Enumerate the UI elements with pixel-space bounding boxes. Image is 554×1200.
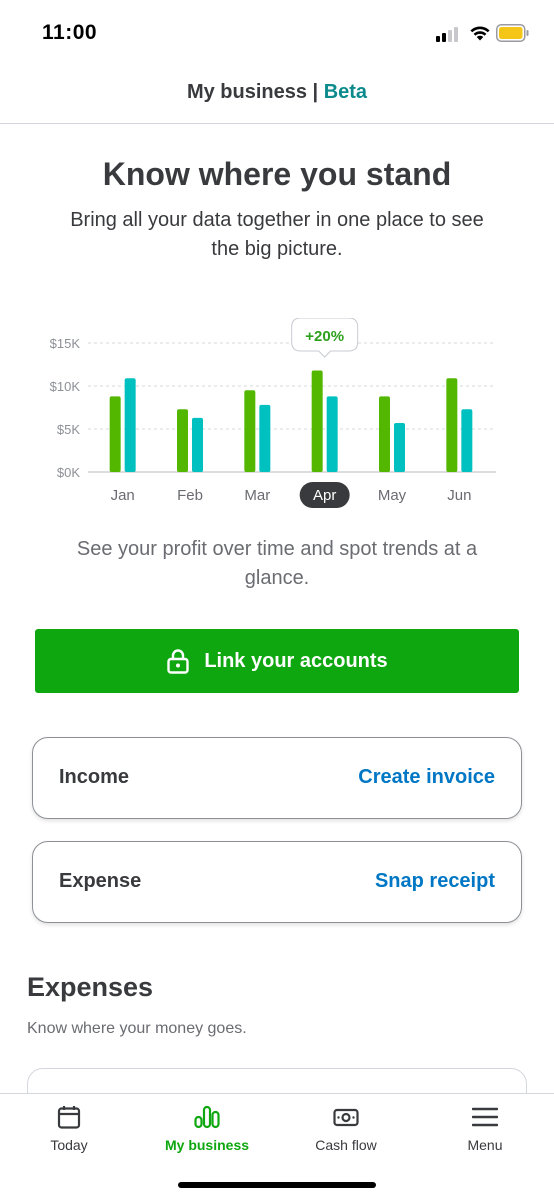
expenses-subtitle: Know where your money goes. — [27, 1020, 247, 1037]
status-bar: 11:00 — [0, 0, 554, 66]
chart-bar — [311, 370, 323, 472]
tab-menu-label: Menu — [467, 1137, 503, 1153]
lock-icon — [167, 649, 190, 674]
expense-card: Expense Snap receipt — [32, 841, 522, 923]
expense-label: Expense — [59, 870, 142, 892]
calendar-icon — [57, 1106, 81, 1129]
x-tick-label[interactable]: Jan — [111, 487, 135, 504]
y-tick-label: $0K — [57, 465, 80, 480]
expenses-title: Expenses — [27, 972, 154, 1002]
snap-receipt-link[interactable]: Snap receipt — [375, 870, 495, 893]
cellular-signal-icon — [436, 26, 462, 42]
app-header: My business | Beta — [0, 66, 554, 124]
page-title-text: My business — [186, 81, 307, 103]
chart-bar — [326, 396, 338, 472]
chart-bar — [461, 409, 473, 472]
y-tick-label: $5K — [57, 422, 80, 437]
tab-my-business[interactable]: My business — [138, 1094, 276, 1168]
x-tick-label[interactable]: Feb — [177, 487, 203, 504]
cash-icon — [333, 1108, 359, 1127]
beta-badge: Beta — [323, 81, 368, 103]
chart-bar — [192, 417, 203, 472]
growth-callout-text: +20% — [305, 328, 344, 345]
create-invoice-link[interactable]: Create invoice — [358, 766, 495, 789]
hero-subtitle: Bring all your data together in one plac… — [70, 209, 484, 260]
y-tick-label: $15K — [50, 336, 81, 351]
x-tick-label[interactable]: Mar — [244, 487, 270, 504]
home-indicator — [178, 1182, 376, 1188]
x-tick-label[interactable]: May — [378, 487, 407, 504]
chart-bar — [394, 422, 405, 472]
income-label: Income — [59, 766, 130, 788]
tab-cash-flow-label: Cash flow — [315, 1137, 377, 1153]
hamburger-menu-icon — [472, 1107, 498, 1127]
link-accounts-label: Link your accounts — [204, 649, 388, 672]
link-accounts-button[interactable]: Link your accounts — [35, 629, 519, 693]
bar-chart-icon — [194, 1105, 220, 1129]
tab-menu[interactable]: Menu — [416, 1094, 554, 1168]
profit-chart: $0K $5K $10K $15K Jan Feb Mar Apr +20% May Jun — [30, 318, 510, 518]
chart-bar — [259, 404, 271, 472]
x-tick-label[interactable]: Jun — [447, 487, 471, 504]
wifi-icon — [470, 26, 490, 41]
page-title: My business | Beta — [0, 81, 554, 104]
income-card: Income Create invoice — [32, 737, 522, 819]
x-tick-label[interactable]: Apr — [313, 487, 336, 504]
title-separator: | — [306, 81, 324, 103]
status-time: 11:00 — [42, 21, 98, 44]
battery-icon — [496, 24, 529, 42]
tab-cash-flow[interactable]: Cash flow — [277, 1094, 415, 1168]
tab-today[interactable]: Today — [0, 1094, 138, 1168]
chart-bar — [109, 396, 121, 472]
tab-today-label: Today — [50, 1137, 88, 1153]
chart-bar — [244, 390, 256, 472]
tab-my-business-label: My business — [164, 1137, 250, 1153]
chart-bar — [124, 378, 136, 472]
hero-title: Know where you stand — [102, 156, 452, 192]
y-tick-label: $10K — [50, 379, 81, 394]
chart-bar — [446, 378, 458, 472]
chart-bar — [379, 396, 390, 472]
profit-chart-svg: $0K $5K $10K $15K Jan Feb Mar Apr +20% May Jun — [50, 318, 496, 508]
chart-caption: See your profit over time and spot trend… — [76, 538, 478, 589]
chart-bar — [177, 409, 188, 472]
